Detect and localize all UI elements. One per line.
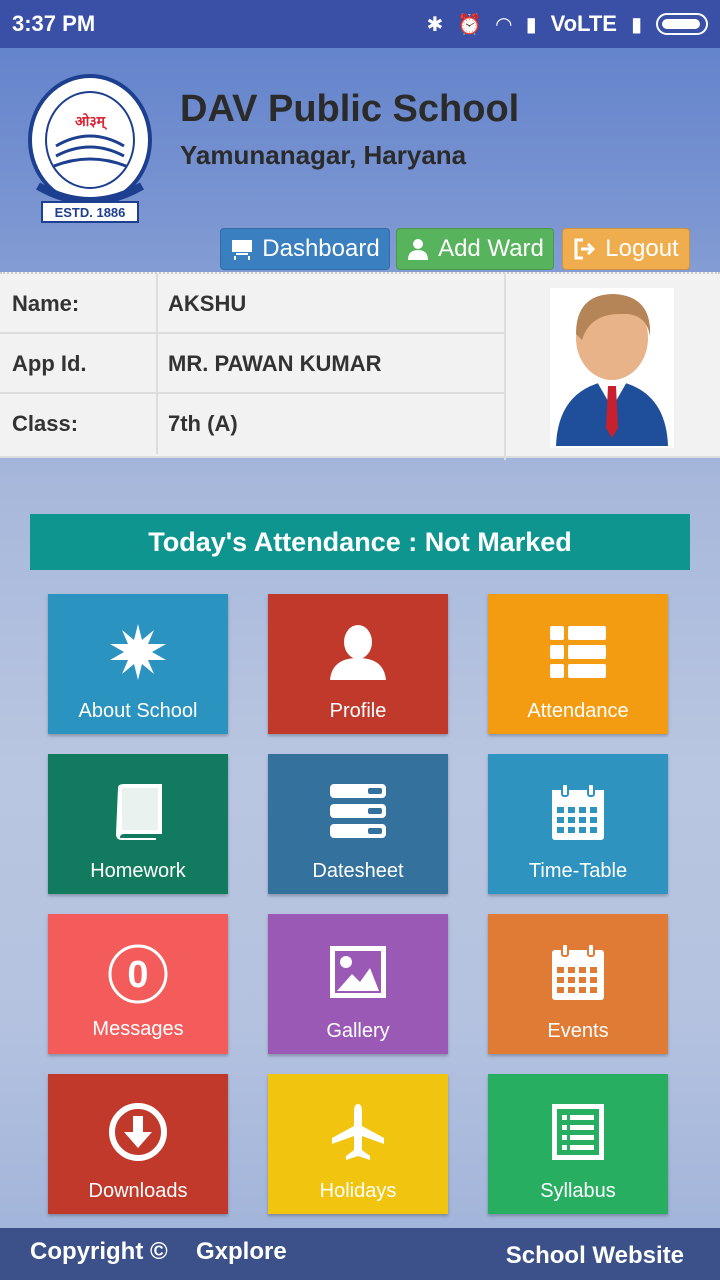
tile-label: Gallery — [326, 1020, 390, 1042]
tile-label: About School — [78, 700, 198, 722]
logout-button[interactable]: Logout — [562, 228, 690, 270]
book-icon — [116, 784, 162, 840]
add-ward-button[interactable]: Add Ward — [396, 228, 554, 270]
school-website-link[interactable]: School Website — [506, 1242, 684, 1270]
class-label: Class: — [12, 411, 79, 436]
dashboard-button[interactable]: Dashboard — [220, 228, 390, 270]
appid-label: App Id. — [12, 351, 87, 376]
user-icon — [330, 625, 386, 680]
tile-label: Datesheet — [312, 860, 404, 882]
brand-link[interactable]: Gxplore — [196, 1238, 287, 1266]
attendance-banner: Today's Attendance : Not Marked — [30, 514, 690, 570]
calendar-icon — [552, 783, 604, 840]
tile-label: Homework — [90, 860, 186, 882]
info-row-appid: App Id. MR. PAWAN KUMAR — [0, 334, 506, 394]
alarm-icon: ⏰ — [457, 13, 483, 36]
status-time: 3:37 PM — [12, 11, 96, 36]
tile-label: Time-Table — [528, 860, 628, 882]
tile-events[interactable]: Events — [488, 914, 668, 1054]
tile-label: Syllabus — [540, 1180, 616, 1202]
plane-icon — [332, 1104, 384, 1160]
tile-about-school[interactable]: About School — [48, 594, 228, 734]
tile-holidays[interactable]: Holidays — [268, 1074, 448, 1214]
bluetooth-icon: ✱ — [426, 13, 444, 36]
signal-icon-2: ▮ — [630, 13, 642, 36]
school-location: Yamunanagar, Haryana — [180, 140, 467, 170]
school-name: DAV Public School — [180, 88, 520, 130]
list-icon — [550, 626, 606, 678]
user-icon — [408, 239, 429, 260]
message-count-icon: 0 — [108, 944, 168, 1004]
status-bar: 3:37 PM ✱ ⏰ ◠ ▮ VoLTE ▮ — [0, 0, 720, 48]
battery-icon — [656, 13, 708, 35]
tile-time-table[interactable]: Time-Table — [488, 754, 668, 894]
logout-label: Logout — [605, 235, 679, 262]
tile-label: Profile — [329, 700, 387, 722]
tile-attendance[interactable]: Attendance — [488, 594, 668, 734]
footer: Copyright © Gxplore School Website — [0, 1228, 720, 1280]
tile-syllabus[interactable]: Syllabus — [488, 1074, 668, 1214]
message-count: 0 — [127, 954, 148, 996]
dashboard-icon — [232, 240, 253, 260]
school-logo: ESTD. 1886 ओ३म् — [28, 74, 152, 223]
tile-label: Holidays — [319, 1180, 397, 1202]
add-ward-label: Add Ward — [438, 235, 544, 262]
tile-datesheet[interactable]: Datesheet — [268, 754, 448, 894]
tile-label: Messages — [92, 1018, 184, 1040]
tile-messages[interactable]: 0 Messages — [48, 914, 228, 1054]
download-icon — [109, 1103, 167, 1161]
copyright-text: Copyright © — [30, 1238, 168, 1265]
logout-icon — [574, 238, 596, 260]
calendar-icon — [552, 943, 604, 1000]
tile-gallery[interactable]: Gallery — [268, 914, 448, 1054]
dashboard-label: Dashboard — [262, 235, 380, 262]
server-icon — [330, 784, 386, 838]
student-info-card: Name: AKSHU App Id. MR. PAWAN KUMAR Clas… — [0, 272, 720, 460]
name-value: AKSHU — [168, 291, 247, 316]
tile-profile[interactable]: Profile — [268, 594, 448, 734]
syllabus-icon — [552, 1104, 604, 1160]
student-avatar[interactable] — [550, 288, 674, 448]
signal-icon: ▮ — [525, 13, 537, 36]
starburst-icon — [110, 624, 166, 680]
logo-estd: ESTD. 1886 — [55, 205, 126, 220]
name-label: Name: — [12, 291, 80, 316]
header: ESTD. 1886 ओ३म् DAV Public School Yamuna… — [0, 48, 720, 272]
tile-downloads[interactable]: Downloads — [48, 1074, 228, 1214]
appid-value: MR. PAWAN KUMAR — [168, 351, 382, 376]
info-row-class: Class: 7th (A) — [0, 394, 506, 454]
class-value: 7th (A) — [168, 411, 238, 436]
wifi-icon: ◠ — [496, 13, 512, 36]
info-row-name: Name: AKSHU — [0, 274, 506, 334]
network-type: VoLTE — [550, 11, 617, 36]
logo-om: ओ३म् — [75, 113, 108, 130]
picture-icon — [330, 946, 386, 998]
status-icons: ✱ ⏰ ◠ ▮ VoLTE ▮ — [426, 11, 708, 37]
tile-label: Attendance — [527, 700, 629, 722]
tile-homework[interactable]: Homework — [48, 754, 228, 894]
tile-label: Events — [547, 1020, 609, 1042]
tile-label: Downloads — [88, 1180, 188, 1202]
